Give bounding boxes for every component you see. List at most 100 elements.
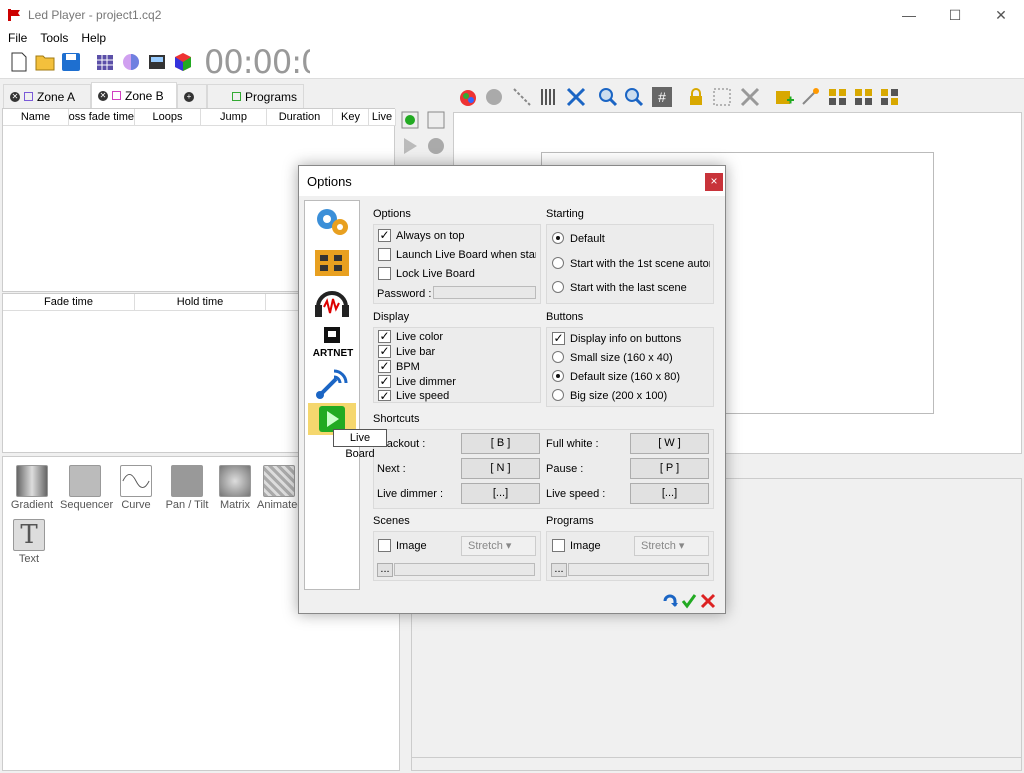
gears-icon[interactable] [312, 205, 352, 241]
next-key-button[interactable]: [ N ] [461, 458, 540, 479]
add-tab-button[interactable]: + [177, 84, 207, 108]
tab-zone-a[interactable]: ✕ Zone A [3, 84, 91, 108]
animated-icon [263, 465, 295, 497]
interface-board-icon[interactable] [312, 245, 352, 281]
column-header[interactable]: Live [369, 109, 396, 126]
fixtures-icon[interactable] [94, 51, 116, 73]
scenes-browse-button[interactable]: ... [377, 563, 393, 577]
close-tab-icon[interactable]: ✕ [10, 91, 20, 102]
menu-file[interactable]: File [0, 30, 32, 46]
fixture-settings-icon[interactable] [483, 86, 505, 108]
always-on-top-checkbox[interactable]: ✓ [378, 229, 391, 242]
small-size-radio[interactable] [552, 351, 564, 363]
full-white-key-button[interactable]: [ W ] [630, 433, 709, 454]
edit-scene-icon[interactable] [426, 110, 446, 130]
live-bar-checkbox[interactable]: ✓ [378, 345, 391, 358]
live-color-checkbox[interactable]: ✓ [378, 330, 391, 343]
blackout-key-button[interactable]: [ B ] [461, 433, 540, 454]
open-folder-icon[interactable] [34, 51, 56, 73]
horizontal-scrollbar[interactable] [411, 757, 1022, 771]
column-header[interactable]: Hold time [135, 294, 266, 311]
sliders-icon[interactable] [537, 86, 559, 108]
programs-image-label: Image [570, 540, 601, 552]
tab-zone-b[interactable]: ✕ Zone B [91, 82, 177, 108]
ok-check-icon[interactable] [681, 593, 697, 609]
effect-animated[interactable]: Animated [257, 465, 301, 511]
lock-icon[interactable] [685, 86, 707, 108]
distribute-icon[interactable] [739, 86, 761, 108]
new-file-icon[interactable] [8, 51, 30, 73]
bpm-checkbox[interactable]: ✓ [378, 360, 391, 373]
column-header[interactable]: Fade time [3, 294, 135, 311]
minimize-button[interactable]: — [886, 0, 932, 30]
tools-icon[interactable] [565, 86, 587, 108]
scenes-image-checkbox[interactable] [378, 539, 391, 552]
column-header[interactable]: Cross fade time [69, 109, 135, 126]
close-button[interactable]: ✕ [978, 0, 1024, 30]
password-input[interactable] [433, 286, 536, 299]
live-dimmer-key-button[interactable]: [...] [461, 483, 540, 504]
add-scene-icon[interactable] [400, 110, 420, 130]
column-header[interactable]: Name [3, 109, 69, 126]
scenes-image-path[interactable] [394, 563, 535, 576]
add-group-icon[interactable] [773, 86, 795, 108]
start-default-radio[interactable] [552, 232, 564, 244]
lock-live-board-checkbox[interactable] [378, 267, 391, 280]
network-signal-icon[interactable] [312, 365, 352, 401]
effect-text[interactable]: T Text [4, 519, 54, 565]
align-icon[interactable] [711, 86, 733, 108]
programs-image-checkbox[interactable] [552, 539, 565, 552]
magic-wand-icon[interactable] [799, 86, 821, 108]
add-fixture-icon[interactable] [457, 86, 479, 108]
cancel-x-icon[interactable] [700, 593, 716, 609]
audio-headphones-icon[interactable] [312, 285, 352, 321]
device-icon[interactable] [146, 51, 168, 73]
effect-curve[interactable]: Curve [111, 465, 161, 511]
big-size-radio[interactable] [552, 389, 564, 401]
zoom-in-icon[interactable] [597, 86, 619, 108]
dialog-close-button[interactable]: × [705, 173, 723, 191]
column-header[interactable]: Key [333, 109, 369, 126]
tab-programs[interactable]: Programs [207, 84, 304, 108]
column-header[interactable]: Loops [135, 109, 201, 126]
zone-tabs: ✕ Zone A ✕ Zone B + Programs [0, 82, 408, 108]
effect-matrix[interactable]: Matrix [210, 465, 260, 511]
column-header[interactable]: Duration [267, 109, 333, 126]
menu-tools[interactable]: Tools [32, 30, 73, 46]
menu-help[interactable]: Help [73, 30, 111, 46]
record-icon[interactable] [426, 136, 446, 156]
default-size-radio[interactable] [552, 370, 564, 382]
zoom-out-icon[interactable] [623, 86, 645, 108]
reset-arrow-icon[interactable] [662, 593, 678, 609]
start-last-scene-radio[interactable] [552, 281, 564, 293]
group-b-icon[interactable] [853, 86, 875, 108]
scenes-stretch-select[interactable]: Stretch ▾ [461, 536, 536, 556]
maximize-button[interactable]: ☐ [932, 0, 978, 30]
effect-pan-tilt[interactable]: Pan / Tilt [161, 465, 213, 511]
programs-browse-button[interactable]: ... [551, 563, 567, 577]
group-c-icon[interactable] [879, 86, 901, 108]
effect-sequencer[interactable]: Sequencer [60, 465, 113, 511]
color-icon[interactable] [120, 51, 142, 73]
text-t-icon: T [13, 519, 45, 551]
live-dimmer-checkbox[interactable]: ✓ [378, 375, 391, 388]
password-label: Password : [377, 288, 432, 300]
programs-stretch-select[interactable]: Stretch ▾ [634, 536, 709, 556]
save-icon[interactable] [60, 51, 82, 73]
live-speed-checkbox[interactable]: ✓ [378, 390, 391, 402]
display-info-checkbox[interactable]: ✓ [552, 332, 565, 345]
live-speed-key-button[interactable]: [...] [630, 483, 709, 504]
launch-live-board-checkbox[interactable] [378, 248, 391, 261]
play-icon[interactable] [400, 136, 420, 156]
close-tab-icon[interactable]: ✕ [98, 90, 108, 101]
column-header[interactable]: Jump [201, 109, 267, 126]
artnet-icon[interactable] [312, 325, 352, 347]
group-a-icon[interactable] [827, 86, 849, 108]
connect-icon[interactable] [511, 86, 533, 108]
pause-key-button[interactable]: [ P ] [630, 458, 709, 479]
start-first-scene-radio[interactable] [552, 257, 564, 269]
effect-gradient[interactable]: Gradient [7, 465, 57, 511]
cube-icon[interactable] [172, 51, 194, 73]
programs-image-path[interactable] [568, 563, 709, 576]
grid-icon[interactable]: # [651, 86, 673, 108]
